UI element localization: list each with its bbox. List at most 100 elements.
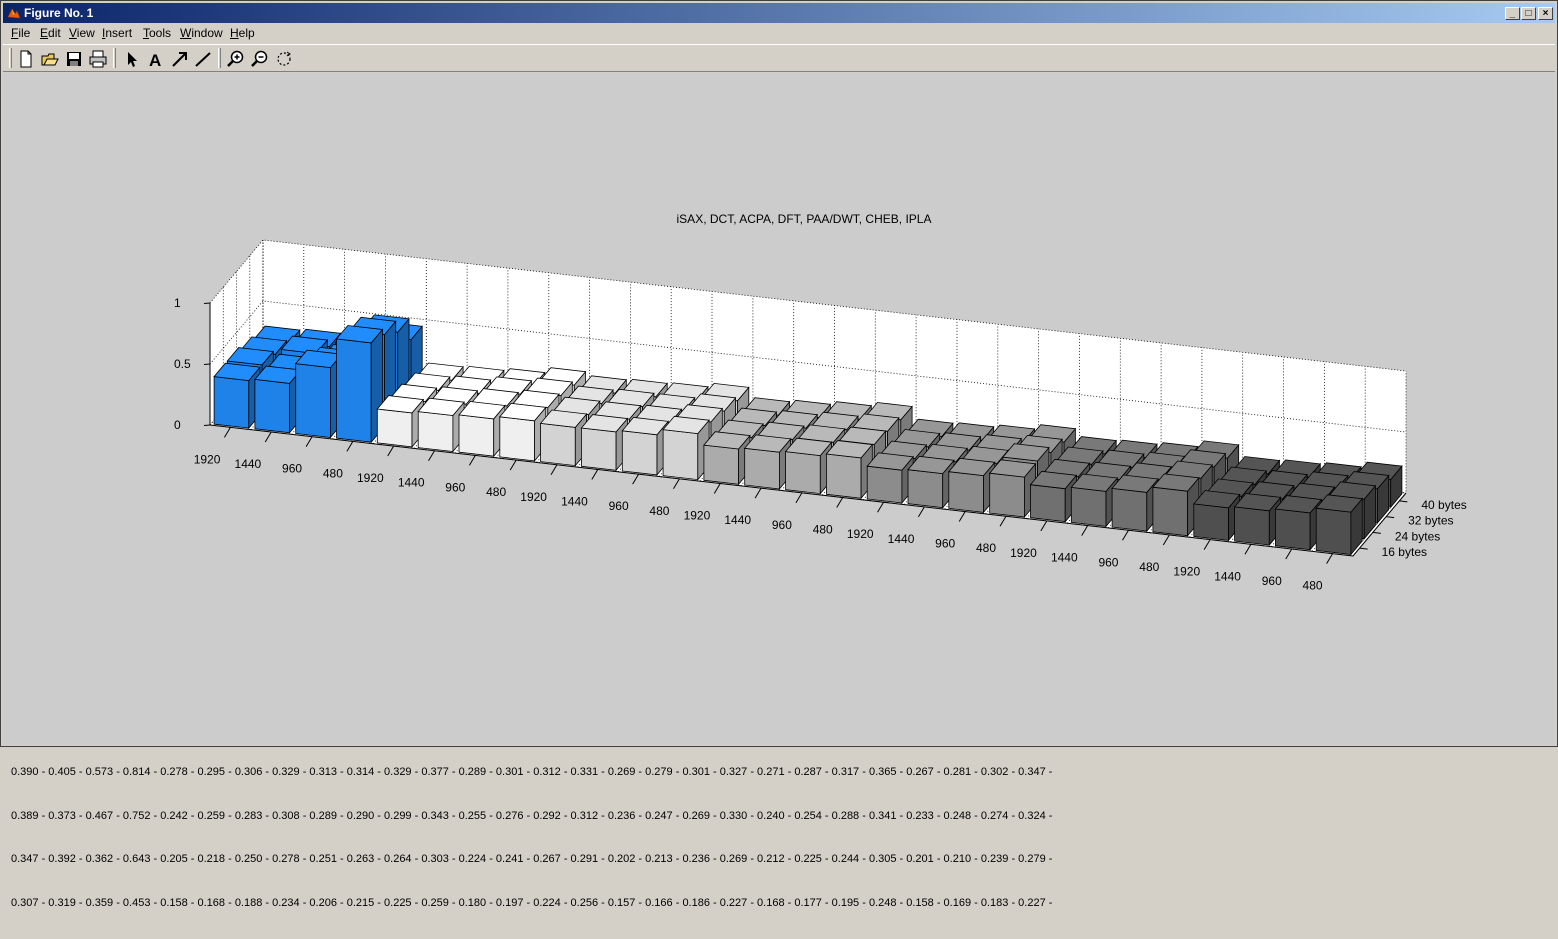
menu-tools-label: ools <box>149 26 172 40</box>
new-figure-icon <box>20 50 32 68</box>
bar-front <box>948 471 984 513</box>
insert-text-button[interactable]: A <box>144 48 166 70</box>
bar <box>1274 495 1323 551</box>
x-tick <box>550 464 558 476</box>
save-button[interactable] <box>63 48 85 70</box>
x-tick <box>223 427 231 438</box>
maximize-button[interactable]: □ <box>1521 7 1536 20</box>
bar-front <box>295 363 331 438</box>
new-figure-button[interactable] <box>15 48 37 70</box>
z-tick <box>203 363 211 365</box>
bar <box>417 397 465 453</box>
menu-view[interactable]: View <box>69 26 95 40</box>
x-tick-label: 1440 <box>724 513 751 527</box>
x-tick <box>713 483 721 494</box>
zoom-out-button[interactable] <box>249 48 271 70</box>
y-tick <box>1372 531 1381 534</box>
x-tick-label: 960 <box>282 462 302 476</box>
bar <box>907 455 955 509</box>
x-tick <box>591 469 599 480</box>
x-tick-label: 1440 <box>1214 569 1241 583</box>
menu-edit[interactable]: Edit <box>40 26 61 40</box>
print-button[interactable] <box>87 48 109 70</box>
close-button[interactable]: × <box>1538 7 1553 20</box>
insert-line-button[interactable] <box>192 48 214 70</box>
minimize-icon: _ <box>1509 8 1516 19</box>
bar <box>1315 494 1363 556</box>
print-icon <box>89 50 107 68</box>
zoom-out-icon <box>251 50 268 67</box>
figure-window: Figure No. 1 _ □ × File Edit View Insert… <box>0 0 1558 909</box>
data-row: 0.390 - 0.405 - 0.573 - 0.814 - 0.278 - … <box>11 766 1053 778</box>
bar <box>499 402 547 462</box>
x-tick-label: 1440 <box>235 457 262 471</box>
toolbar-separator-2 <box>218 48 221 68</box>
menu-bar: File Edit View Insert Tools Window Help <box>3 24 1555 43</box>
menu-file[interactable]: File <box>11 26 30 40</box>
bar <box>254 365 302 434</box>
toolbar: A <box>3 44 1555 72</box>
insert-text-icon: A <box>149 51 161 70</box>
x-tick-label: 480 <box>486 485 506 499</box>
select-button[interactable] <box>120 48 142 70</box>
x-tick <box>877 501 884 513</box>
bar-front <box>1030 484 1066 523</box>
x-tick <box>1203 539 1211 550</box>
x-tick <box>1122 530 1129 541</box>
x-tick <box>1326 553 1334 564</box>
x-tick <box>958 511 966 522</box>
bar3d-chart[interactable]: 0 0.5 1 1920 1440 960 480 1920 1440 960 480 1920 144… <box>3 73 1555 663</box>
menu-tools[interactable]: Tools <box>143 26 171 40</box>
zoom-in-button[interactable] <box>225 48 247 70</box>
bar-front <box>581 427 617 471</box>
open-file-button[interactable] <box>39 48 61 70</box>
title-bar[interactable]: Figure No. 1 _ □ × <box>3 3 1555 23</box>
x-tick <box>836 497 844 508</box>
x-tick-label: 1920 <box>1010 546 1037 560</box>
x-tick-label: 480 <box>1303 579 1323 593</box>
x-tick-label: 480 <box>1139 560 1159 574</box>
bar <box>825 440 874 500</box>
x-tick-label: 960 <box>445 480 465 494</box>
bar-front <box>1111 487 1148 532</box>
y-tick <box>1359 547 1368 550</box>
x-tick-label: 1920 <box>520 490 547 504</box>
data-rows-text: 0.390 - 0.405 - 0.573 - 0.814 - 0.278 - … <box>11 736 1052 939</box>
bar-front <box>336 338 372 443</box>
bar-front <box>621 430 658 476</box>
menu-help[interactable]: Help <box>230 26 255 40</box>
bar-front <box>1070 486 1107 527</box>
rotate-3d-button[interactable] <box>273 48 295 70</box>
figure-canvas[interactable]: 0 0.5 1 1920 1440 960 480 1920 1440 960 480 1920 144… <box>3 73 1555 909</box>
z-tick-label: 0 <box>174 418 181 432</box>
menu-window[interactable]: Window <box>180 26 223 40</box>
bar <box>458 401 506 458</box>
x-tick <box>795 492 803 504</box>
menu-help-hotkey: H <box>230 26 239 40</box>
insert-arrow-button[interactable] <box>168 48 190 70</box>
bar <box>539 409 588 467</box>
x-tick-label: 960 <box>935 537 955 551</box>
x-tick-label: 960 <box>609 499 629 513</box>
bar <box>743 434 792 491</box>
y-tick <box>1399 500 1408 503</box>
bar <box>335 325 384 444</box>
insert-arrow-icon <box>172 52 187 67</box>
menu-view-label: iew <box>76 26 95 40</box>
menu-window-hotkey: W <box>180 26 192 40</box>
x-tick-label: 480 <box>976 541 996 555</box>
bar-front <box>662 429 699 481</box>
x-tick <box>754 487 762 499</box>
x-tick <box>917 506 925 518</box>
bar <box>948 457 996 514</box>
x-tick <box>1244 544 1252 555</box>
svg-text:A: A <box>149 51 161 70</box>
bar-front <box>866 465 903 504</box>
bar <box>1233 493 1282 547</box>
x-tick <box>264 431 272 443</box>
x-tick-label: 480 <box>813 523 833 537</box>
menu-insert[interactable]: Insert <box>102 26 132 40</box>
maximize-icon: □ <box>1525 8 1532 19</box>
minimize-button[interactable]: _ <box>1505 7 1520 20</box>
toolbar-grip[interactable] <box>9 48 12 68</box>
